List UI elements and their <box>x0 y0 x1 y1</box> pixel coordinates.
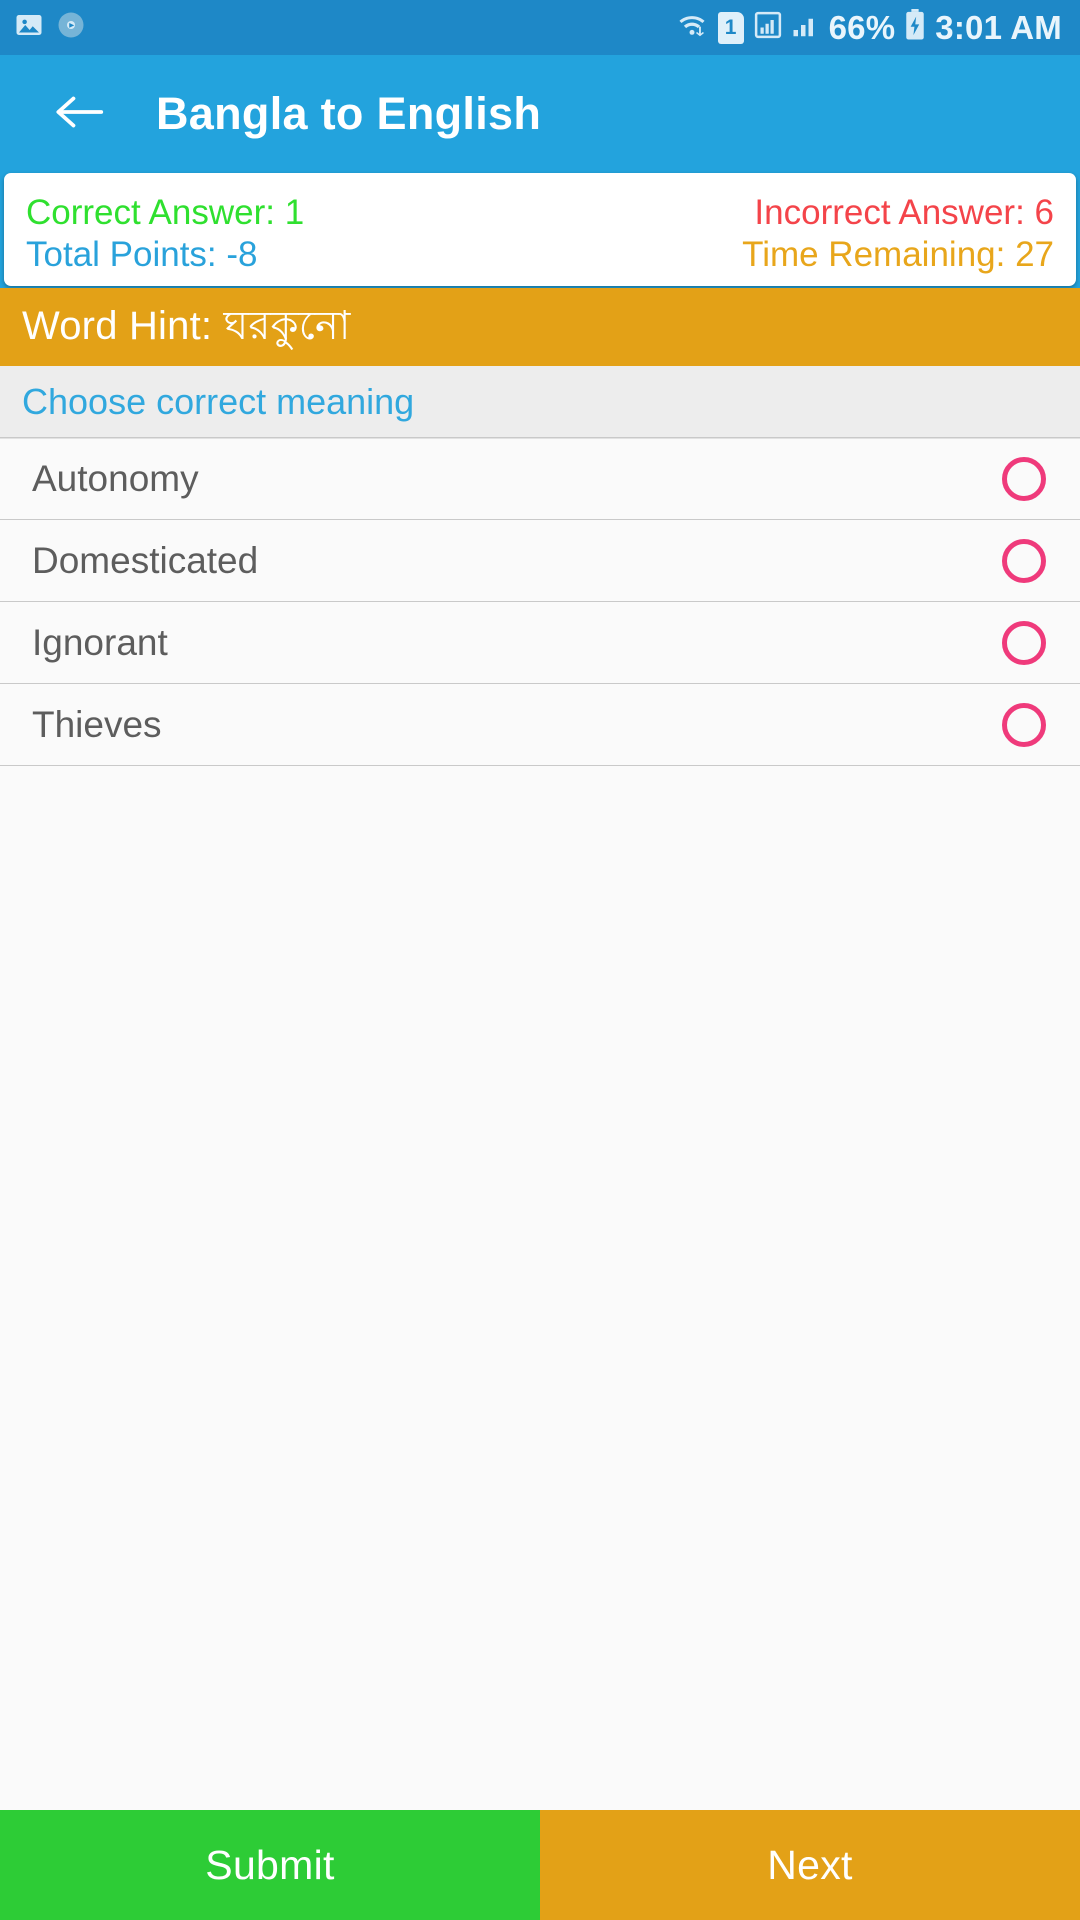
score-row-points-time: Total Points: -8 Time Remaining: 27 <box>26 234 1054 275</box>
option-row-1[interactable]: Domesticated <box>0 520 1080 602</box>
status-bar: 1 66% 3:01 AM <box>0 0 1080 55</box>
radio-button-2[interactable] <box>1002 620 1046 665</box>
time-remaining-label: Time Remaining: 27 <box>742 234 1054 274</box>
option-label-3: Thieves <box>32 703 162 745</box>
signal-bars-boxed-icon <box>753 10 783 45</box>
word-hint-text: Word Hint: ঘরকুনো <box>22 303 351 348</box>
word-hint-bar: Word Hint: ঘরকুনো <box>0 288 1080 366</box>
radio-button-0[interactable] <box>1002 457 1046 501</box>
answer-options-list: Autonomy Domesticated Ignorant Thieves <box>0 438 1080 766</box>
page-title: Bangla to English <box>156 88 542 139</box>
wifi-transfer-icon <box>675 10 709 45</box>
quiz-screen: 1 66% 3:01 AM Bangla to English Correct … <box>0 0 1080 1920</box>
signal-bars-icon <box>792 10 820 45</box>
app-bar: Bangla to English <box>0 55 1080 173</box>
content-filler <box>0 766 1080 1810</box>
battery-percent-label: 66% <box>828 9 896 46</box>
score-card-wrapper: Correct Answer: 1 Incorrect Answer: 6 To… <box>0 173 1080 288</box>
battery-charging-icon <box>904 9 926 46</box>
correct-answer-count: Correct Answer: 1 <box>26 193 305 233</box>
media-disc-icon <box>56 10 86 45</box>
back-arrow-icon <box>52 92 106 137</box>
option-row-3[interactable]: Thieves <box>0 684 1080 766</box>
option-label-1: Domesticated <box>32 539 259 581</box>
prompt-text: Choose correct meaning <box>22 380 415 422</box>
score-card: Correct Answer: 1 Incorrect Answer: 6 To… <box>4 173 1076 286</box>
incorrect-answer-count: Incorrect Answer: 6 <box>754 193 1054 233</box>
clock-label: 3:01 AM <box>935 9 1062 46</box>
option-label-0: Autonomy <box>32 458 199 499</box>
total-points-label: Total Points: -8 <box>26 234 258 274</box>
next-button[interactable]: Next <box>540 1810 1080 1920</box>
status-bar-right-icons: 1 66% 3:01 AM <box>675 9 1062 46</box>
option-row-2[interactable]: Ignorant <box>0 602 1080 684</box>
submit-button[interactable]: Submit <box>0 1810 540 1920</box>
option-label-2: Ignorant <box>32 621 168 663</box>
sim-indicator: 1 <box>717 11 744 44</box>
score-row-answers: Correct Answer: 1 Incorrect Answer: 6 <box>26 192 1054 233</box>
back-button[interactable] <box>50 85 108 143</box>
image-icon <box>14 10 44 45</box>
option-row-0[interactable]: Autonomy <box>0 438 1080 520</box>
status-bar-left-icons <box>14 10 86 45</box>
radio-button-3[interactable] <box>1002 702 1046 747</box>
radio-button-1[interactable] <box>1002 538 1046 583</box>
bottom-action-bar: Submit Next <box>0 1810 1080 1920</box>
prompt-band: Choose correct meaning <box>0 366 1080 438</box>
